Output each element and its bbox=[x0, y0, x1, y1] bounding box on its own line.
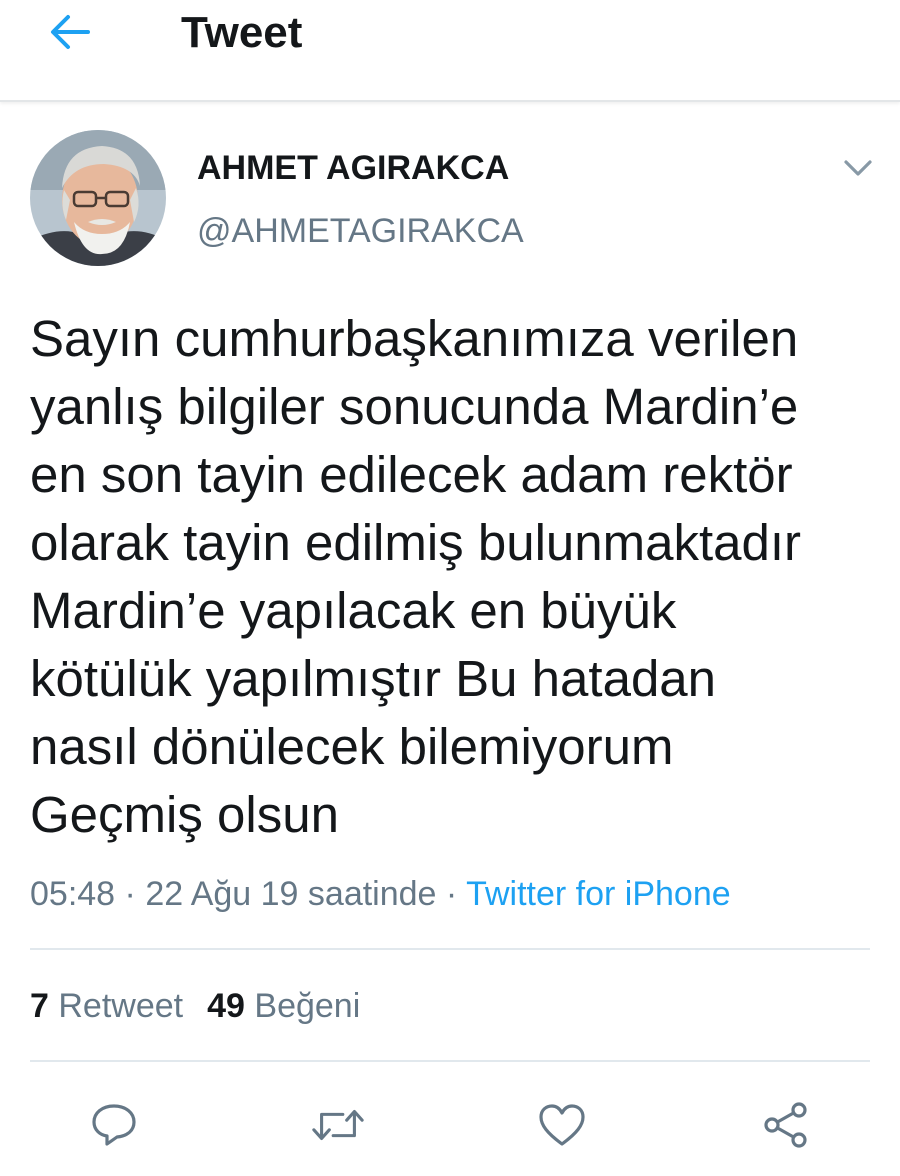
tweet-text-line: kötülük yapılmıştır Bu hatadan bbox=[30, 650, 717, 707]
share-button[interactable] bbox=[758, 1100, 814, 1150]
tweet-stats: 7 Retweet 49 Beğeni bbox=[30, 985, 384, 1027]
tweet-date: 22 Ağu 19 saatinde bbox=[145, 875, 437, 913]
page-title: Tweet bbox=[181, 8, 303, 57]
tweet-text-line: Mardin’e yapılacak en büyük bbox=[30, 582, 677, 639]
author-display-name[interactable]: AHMET AGIRAKCA bbox=[197, 148, 509, 188]
meta-separator: · bbox=[436, 875, 467, 913]
author-handle[interactable]: @AHMETAGIRAKCA bbox=[197, 211, 524, 251]
avatar-image bbox=[30, 130, 166, 266]
tweet-source-link[interactable]: Twitter for iPhone bbox=[466, 875, 731, 913]
tweet-text: Sayın cumhurbaşkanımıza verilen yanlış b… bbox=[30, 305, 880, 849]
like-button[interactable] bbox=[534, 1100, 590, 1150]
tweet-time: 05:48 bbox=[30, 875, 116, 913]
tweet-text-line: en son tayin edilecek adam rektör bbox=[30, 446, 793, 503]
tweet-text-line: yanlış bilgiler sonucunda Mardin’e bbox=[30, 378, 799, 435]
like-count: 49 bbox=[207, 987, 245, 1025]
retweet-count-link[interactable]: 7 Retweet bbox=[30, 987, 183, 1025]
reply-icon bbox=[92, 1104, 136, 1146]
tweet-options-button[interactable] bbox=[838, 150, 878, 186]
tweet-text-line: nasıl dönülecek bilemiyorum bbox=[30, 718, 674, 775]
share-icon bbox=[764, 1102, 807, 1148]
tweet-text-line: Geçmiş olsun bbox=[30, 786, 339, 843]
retweet-label: Retweet bbox=[58, 987, 184, 1025]
like-count-link[interactable]: 49 Beğeni bbox=[207, 987, 360, 1025]
avatar[interactable] bbox=[30, 130, 166, 266]
reply-button[interactable] bbox=[86, 1100, 142, 1150]
back-button[interactable] bbox=[44, 8, 96, 56]
top-app-bar: Tweet bbox=[0, 0, 900, 102]
tweet-text-line: olarak tayin edilmiş bulunmaktadır bbox=[30, 514, 802, 571]
chevron-down-icon bbox=[844, 160, 872, 176]
tweet-text-line: Sayın cumhurbaşkanımıza verilen bbox=[30, 310, 799, 367]
meta-separator: · bbox=[115, 875, 146, 913]
retweet-icon bbox=[312, 1109, 364, 1141]
tweet-metadata: 05:48 · 22 Ağu 19 saatinde · Twitter for… bbox=[30, 873, 731, 915]
retweet-button[interactable] bbox=[310, 1100, 366, 1150]
like-icon bbox=[539, 1104, 585, 1146]
divider bbox=[30, 1060, 870, 1062]
retweet-count: 7 bbox=[30, 987, 49, 1025]
back-arrow-icon bbox=[51, 15, 90, 49]
like-label: Beğeni bbox=[254, 987, 361, 1025]
divider bbox=[30, 948, 870, 950]
